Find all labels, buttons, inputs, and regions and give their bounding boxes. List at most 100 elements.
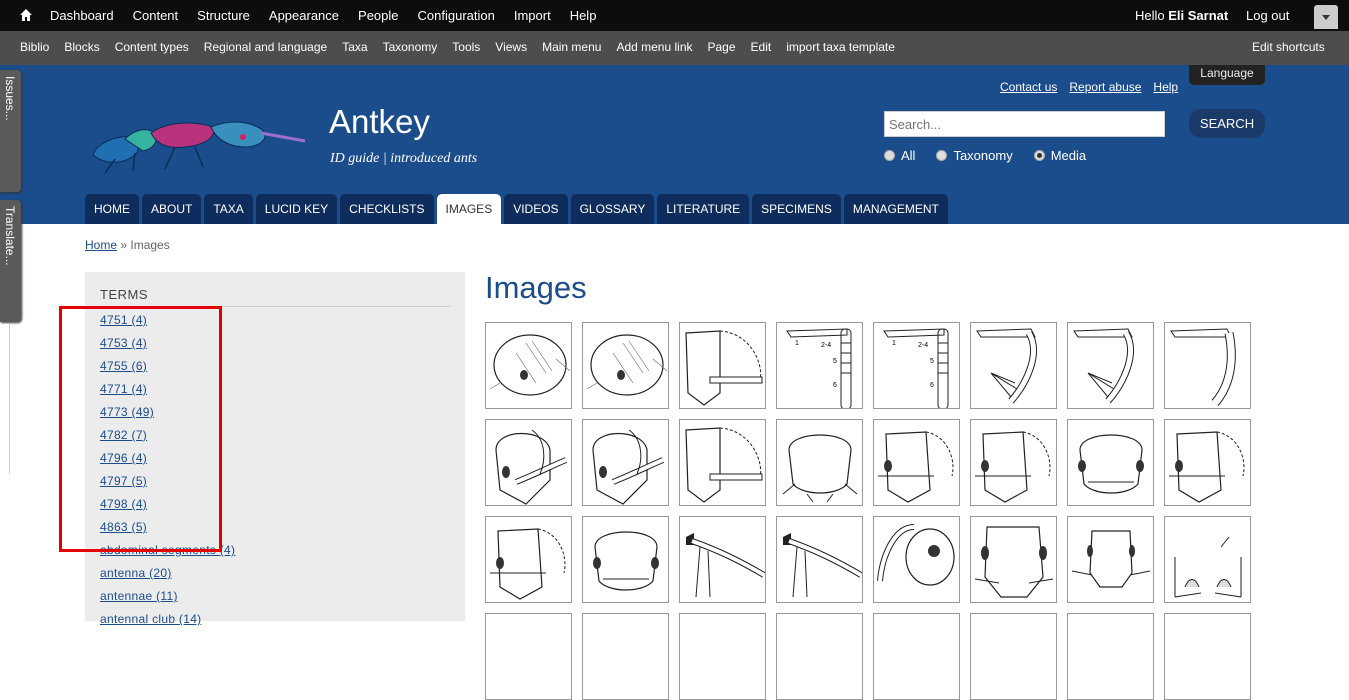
shortcut-taxa[interactable]: Taxa: [342, 40, 367, 54]
issues-side-tab[interactable]: Issues...: [0, 70, 21, 192]
term-link[interactable]: antennal club (14): [100, 612, 235, 635]
shortcut-views[interactable]: Views: [495, 40, 527, 54]
tab-home[interactable]: HOME: [85, 194, 139, 224]
thumbnail-head-front-eyes[interactable]: [582, 516, 669, 603]
head-front-arrow-icon: [1174, 536, 1242, 598]
thumbnail-head-oval-lateral[interactable]: [582, 322, 669, 409]
thumbnail-partial[interactable]: [873, 613, 960, 700]
tab-checklists[interactable]: CHECKLISTS: [340, 194, 434, 224]
radio-icon: [936, 150, 948, 161]
thumbnail-head-scape-front[interactable]: [485, 419, 572, 506]
toolbar-item-appearance[interactable]: Appearance: [269, 8, 339, 23]
logout-link[interactable]: Log out: [1246, 8, 1289, 23]
shortcut-import-taxa-template[interactable]: import taxa template: [786, 40, 895, 54]
head-front-dashed-icon: [1169, 431, 1245, 503]
tab-glossary[interactable]: GLOSSARY: [570, 194, 655, 224]
thumbnail-partial[interactable]: [582, 613, 669, 700]
tab-lucid-key[interactable]: LUCID KEY: [255, 194, 338, 224]
thumbnail-antenna-segments-numbered[interactable]: 1 2-4 5 6: [776, 322, 863, 410]
breadcrumb-home-link[interactable]: Home: [85, 238, 117, 252]
thumbnail-head-front-eyes[interactable]: [1067, 419, 1154, 506]
tab-videos[interactable]: VIDEOS: [504, 194, 568, 224]
shortcut-taxonomy[interactable]: Taxonomy: [383, 40, 438, 54]
thumbnail-head-scape-front[interactable]: [582, 419, 669, 506]
term-link[interactable]: antenna (20): [100, 566, 235, 589]
toolbar-item-structure[interactable]: Structure: [197, 8, 250, 23]
head-front-dashed-icon: [490, 528, 566, 600]
thumbnail-head-front-arrow[interactable]: [1164, 516, 1251, 603]
shortcut-add-menu-link[interactable]: Add menu link: [616, 40, 692, 54]
radio-icon: [884, 150, 895, 161]
site-name[interactable]: Antkey: [329, 103, 430, 141]
contact-us-link[interactable]: Contact us: [1000, 80, 1057, 94]
scope-radio-media[interactable]: Media: [1033, 148, 1086, 163]
antenna-club-arrows-icon: [976, 328, 1037, 404]
search-input[interactable]: [884, 111, 1165, 137]
svg-text:5: 5: [930, 358, 934, 365]
thumbnail-partial[interactable]: [679, 613, 766, 700]
thumbnail-partial[interactable]: [776, 613, 863, 700]
thumbnail-head-lateral-eye[interactable]: [873, 516, 960, 603]
shortcut-regional-and-language[interactable]: Regional and language: [204, 40, 327, 54]
scape-setae-icon: [686, 533, 766, 598]
thumbnail-head-front-long[interactable]: [970, 516, 1057, 603]
edit-shortcuts-link[interactable]: Edit shortcuts: [1252, 40, 1325, 54]
thumbnail-head-front-dashed[interactable]: [873, 419, 960, 506]
scope-radio-all[interactable]: All: [884, 148, 915, 163]
thumbnail-partial[interactable]: [1164, 613, 1251, 700]
tab-taxa[interactable]: TAXA: [204, 194, 253, 224]
thumbnail-partial[interactable]: [970, 613, 1057, 700]
thumbnail-antenna-segmented[interactable]: [1164, 322, 1251, 409]
help-link[interactable]: Help: [1153, 80, 1178, 94]
translate-side-tab[interactable]: Translate...: [0, 200, 21, 322]
thumbnail-head-oval-lateral[interactable]: [485, 322, 572, 409]
tab-literature[interactable]: LITERATURE: [657, 194, 750, 224]
term-link[interactable]: antennae (11): [100, 589, 235, 612]
shortcut-content-types[interactable]: Content types: [115, 40, 189, 54]
thumbnail-head-scape-dashed[interactable]: [679, 419, 766, 506]
shortcut-tools[interactable]: Tools: [452, 40, 480, 54]
tab-specimens[interactable]: SPECIMENS: [752, 194, 841, 224]
svg-text:2-4: 2-4: [918, 342, 928, 349]
thumbnail-scape-setae[interactable]: [776, 516, 863, 603]
thumbnail-head-front-narrow[interactable]: [1067, 516, 1154, 603]
search-scope: All Taxonomy Media: [884, 148, 1107, 163]
head-scape-front-icon: [592, 429, 665, 505]
user-greeting: Hello Eli Sarnat: [1135, 8, 1228, 23]
thumbnail-partial[interactable]: [485, 613, 572, 700]
toolbar-item-dashboard[interactable]: Dashboard: [50, 8, 114, 23]
tab-images[interactable]: IMAGES: [436, 194, 502, 224]
thumbnail-head-front[interactable]: [776, 419, 863, 506]
scope-radio-taxonomy[interactable]: Taxonomy: [936, 148, 1013, 163]
thumbnail-scape-setae[interactable]: [679, 516, 766, 603]
report-abuse-link[interactable]: Report abuse: [1069, 80, 1141, 94]
search-button[interactable]: SEARCH: [1189, 109, 1265, 138]
tab-about[interactable]: ABOUT: [142, 194, 202, 224]
thumbnail-head-front-dashed[interactable]: [1164, 419, 1251, 506]
thumbnail-partial[interactable]: [1067, 613, 1154, 700]
toolbar-item-help[interactable]: Help: [570, 8, 597, 23]
home-icon[interactable]: [19, 8, 33, 22]
shortcut-biblio[interactable]: Biblio: [20, 40, 49, 54]
thumbnail-head-scape-dashed[interactable]: [679, 322, 766, 409]
head-oval-lateral-icon: [586, 334, 668, 396]
shortcut-edit[interactable]: Edit: [751, 40, 772, 54]
svg-text:1: 1: [795, 340, 799, 347]
toolbar-item-import[interactable]: Import: [514, 8, 551, 23]
toolbar-item-configuration[interactable]: Configuration: [418, 8, 495, 23]
toolbar-item-content[interactable]: Content: [133, 8, 179, 23]
thumbnail-head-front-dashed[interactable]: [970, 419, 1057, 506]
thumbnail-antenna-club-arrows[interactable]: [1067, 322, 1154, 409]
toolbar-item-people[interactable]: People: [358, 8, 398, 23]
thumbnail-head-front-dashed[interactable]: [485, 516, 572, 603]
toolbar-toggle-button[interactable]: [1314, 5, 1338, 29]
shortcut-page[interactable]: Page: [708, 40, 736, 54]
shortcut-main-menu[interactable]: Main menu: [542, 40, 601, 54]
thumbnail-antenna-segments-numbered[interactable]: 1 2-4 5 6: [873, 322, 960, 410]
svg-text:1: 1: [892, 340, 896, 347]
language-button[interactable]: Language: [1189, 65, 1265, 85]
shortcut-blocks[interactable]: Blocks: [64, 40, 99, 54]
tab-management[interactable]: MANAGEMENT: [843, 194, 948, 224]
ant-logo[interactable]: [85, 103, 310, 175]
thumbnail-antenna-club-arrows[interactable]: [970, 322, 1057, 409]
